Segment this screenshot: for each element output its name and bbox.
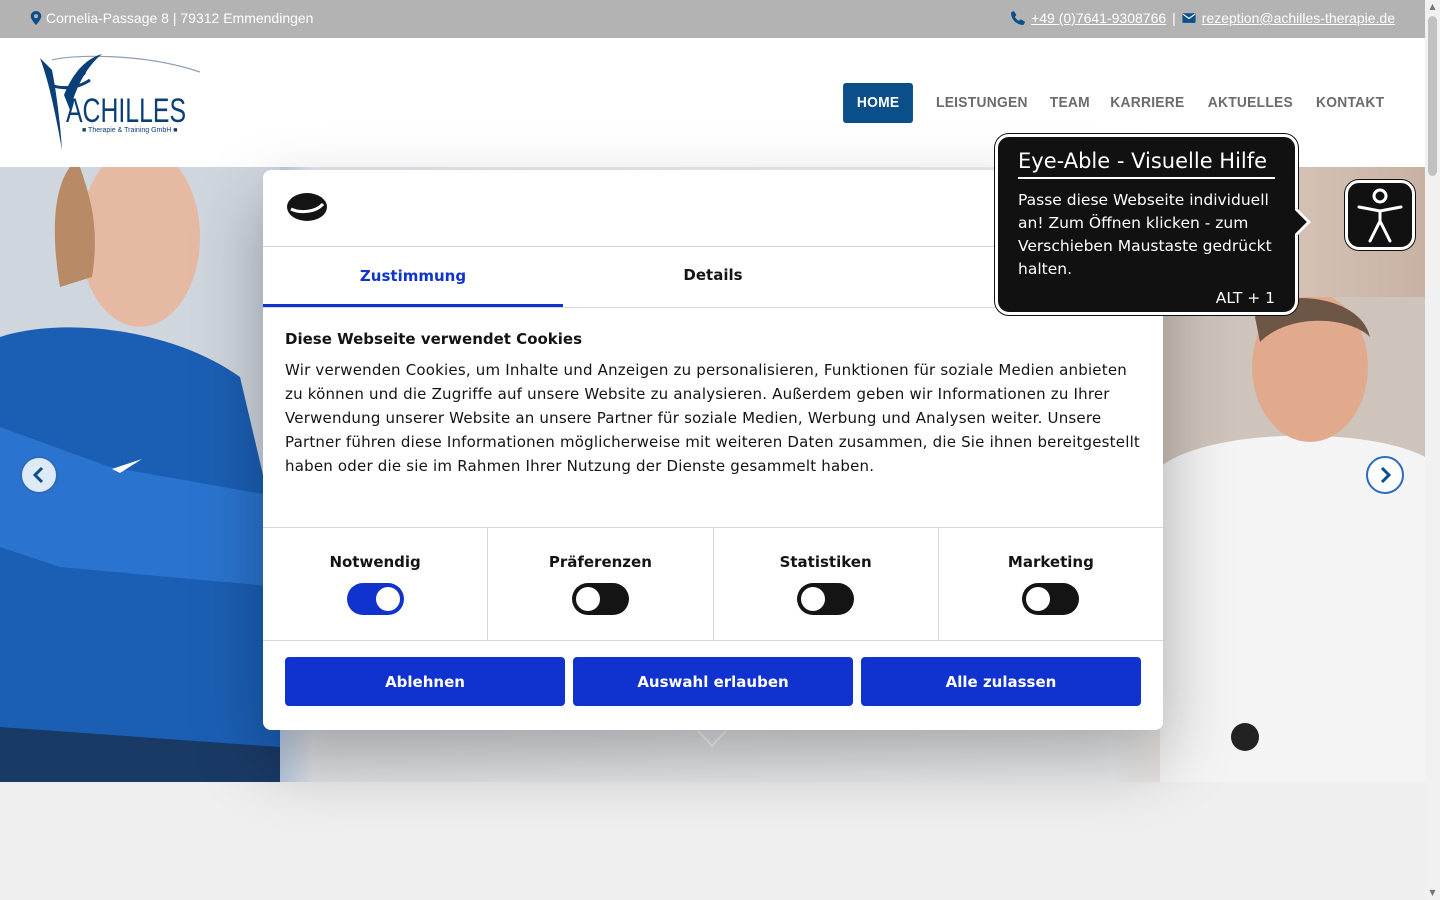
contact-separator: | [1172, 10, 1176, 26]
phone-link[interactable]: +49 (0)7641-9308766 [1031, 10, 1166, 26]
cookie-body: Diese Webseite verwendet Cookies Wir ver… [263, 308, 1163, 528]
eye-able-tooltip: Eye-Able - Visuelle Hilfe Passe diese We… [995, 134, 1312, 315]
category-label: Präferenzen [548, 553, 652, 571]
category-label: Statistiken [779, 553, 872, 571]
reject-button[interactable]: Ablehnen [285, 657, 565, 706]
cookiebot-logo-icon [287, 193, 327, 221]
tab-details[interactable]: Details [563, 247, 863, 307]
phone-icon [1011, 11, 1025, 25]
cookie-title: Diese Webseite verwendet Cookies [285, 330, 583, 348]
slider-next-button[interactable] [1366, 456, 1404, 494]
nav-leistungen[interactable]: LEISTUNGEN [928, 83, 1034, 123]
category-notwendig: Notwendig [263, 528, 489, 640]
nav-team[interactable]: TEAM [1042, 83, 1097, 123]
category-marketing: Marketing [939, 528, 1163, 640]
marketing-toggle[interactable] [1022, 583, 1080, 615]
praeferenzen-toggle[interactable] [571, 583, 629, 615]
envelope-icon [1182, 13, 1196, 23]
cookie-actions: Ablehnen Auswahl erlauben Alle zulassen [263, 641, 1163, 722]
allow-all-button[interactable]: Alle zulassen [861, 657, 1141, 706]
main-nav: HOME LEISTUNGEN TEAM KARRIERE AKTUELLES … [840, 83, 1395, 123]
achilles-logo[interactable]: ACHILLES ■ Therapie & Training GmbH ■ [30, 50, 205, 155]
chevron-left-icon [32, 466, 44, 484]
nav-home[interactable]: HOME [842, 83, 913, 123]
category-statistiken: Statistiken [714, 528, 939, 640]
logo-tagline: ■ Therapie & Training GmbH ■ [82, 127, 177, 134]
cookie-description: Wir verwenden Cookies, um Inhalte und An… [285, 361, 1141, 475]
hero-image-right [1160, 297, 1425, 782]
nav-kontakt[interactable]: KONTAKT [1308, 83, 1391, 123]
scrollbar-thumb[interactable] [1428, 16, 1437, 176]
top-info-bar: Cornelia-Passage 8 | 79312 Emmendingen +… [0, 0, 1425, 38]
scroll-down-arrow-icon[interactable]: ▼ [1428, 888, 1437, 898]
category-label: Notwendig [329, 553, 421, 571]
cookie-category-toggles: Notwendig Präferenzen Statistiken Market… [263, 528, 1163, 641]
eye-able-button[interactable] [1345, 180, 1415, 250]
chevron-right-icon [1380, 466, 1392, 484]
eye-able-text: Passe diese Webseite individuell an! Zum… [1018, 191, 1272, 278]
scroll-down-chevron-icon[interactable] [697, 730, 727, 748]
address-text: Cornelia-Passage 8 | 79312 Emmendingen [46, 10, 314, 26]
email-link[interactable]: rezeption@achilles-therapie.de [1202, 10, 1395, 26]
category-label: Marketing [1007, 553, 1094, 571]
allow-selection-button[interactable]: Auswahl erlauben [573, 657, 853, 706]
scroll-up-arrow-icon[interactable]: ▲ [1428, 2, 1437, 12]
category-praeferenzen: Präferenzen [488, 528, 714, 640]
address-block: Cornelia-Passage 8 | 79312 Emmendingen [30, 10, 313, 26]
nav-aktuelles[interactable]: AKTUELLES [1200, 83, 1300, 123]
logo-graphic: ACHILLES ■ Therapie & Training GmbH ■ [40, 54, 201, 150]
slider-prev-button[interactable] [20, 456, 58, 494]
accessibility-person-icon [1357, 188, 1403, 243]
nav-karriere[interactable]: KARRIERE [1103, 83, 1192, 123]
content-area [0, 782, 1425, 900]
contact-block: +49 (0)7641-9308766 | rezeption@achilles… [1011, 10, 1395, 26]
tab-zustimmung[interactable]: Zustimmung [263, 247, 563, 307]
statistiken-toggle[interactable] [797, 583, 855, 615]
page-scrollbar[interactable]: ▲ ▼ [1425, 0, 1440, 900]
eye-able-title: Eye-Able - Visuelle Hilfe [1018, 149, 1275, 179]
logo-wordmark: ACHILLES [66, 92, 186, 130]
eye-able-shortcut: ALT + 1 [1215, 289, 1275, 307]
notwendig-toggle[interactable] [346, 583, 404, 615]
map-pin-icon [30, 11, 42, 25]
